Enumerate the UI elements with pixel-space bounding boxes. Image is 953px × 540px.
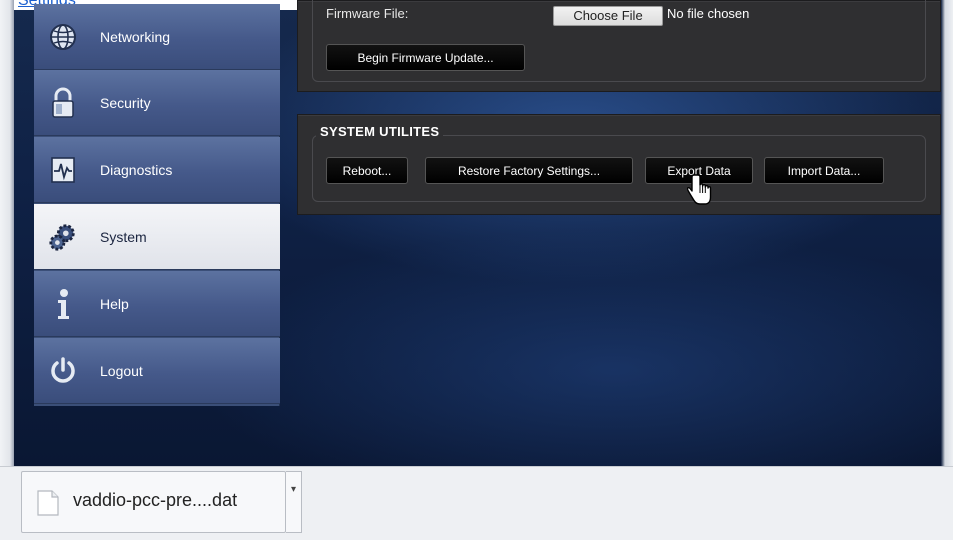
sidebar-item-help[interactable]: Help xyxy=(34,271,280,337)
download-item[interactable]: vaddio-pcc-pre....dat xyxy=(21,471,286,533)
sidebar-item-logout[interactable]: Logout xyxy=(34,338,280,404)
begin-firmware-update-button[interactable]: Begin Firmware Update... xyxy=(326,44,525,71)
gears-icon xyxy=(48,222,78,252)
sidebar-item-networking[interactable]: Networking xyxy=(34,4,280,70)
restore-factory-settings-button[interactable]: Restore Factory Settings... xyxy=(425,157,633,184)
sidebar-item-system[interactable]: System xyxy=(34,204,280,270)
choose-file-button[interactable]: Choose File xyxy=(553,6,663,26)
sidebar-item-label: Logout xyxy=(100,362,143,379)
import-data-button[interactable]: Import Data... xyxy=(764,157,884,184)
power-icon xyxy=(48,356,78,386)
sidebar-item-label: System xyxy=(100,228,147,245)
hand-cursor-icon xyxy=(687,174,712,205)
file-icon xyxy=(37,490,59,516)
diagnostics-icon xyxy=(48,155,78,185)
sidebar-nav: Networking Security Diagnostics System H… xyxy=(34,4,280,406)
download-bar: vaddio-pcc-pre....dat ▾ xyxy=(0,466,953,540)
system-utilities-title: SYSTEM UTILITES xyxy=(316,124,444,139)
reboot-button[interactable]: Reboot... xyxy=(326,157,408,184)
right-gutter xyxy=(941,0,953,466)
left-gutter xyxy=(0,0,14,466)
globe-icon xyxy=(48,22,78,52)
sidebar-item-label: Help xyxy=(100,295,129,312)
no-file-chosen-text: No file chosen xyxy=(667,6,750,21)
sidebar-item-label: Security xyxy=(100,94,151,111)
sidebar-item-label: Diagnostics xyxy=(100,161,173,178)
info-icon xyxy=(48,288,78,319)
caret-down-icon: ▾ xyxy=(290,484,297,495)
firmware-file-label: Firmware File: xyxy=(326,6,409,21)
lock-icon xyxy=(48,87,78,118)
download-filename: vaddio-pcc-pre....dat xyxy=(73,490,238,510)
download-menu-button[interactable]: ▾ xyxy=(286,471,302,533)
sidebar-item-diagnostics[interactable]: Diagnostics xyxy=(34,137,280,203)
sidebar-item-label: Networking xyxy=(100,28,171,45)
sidebar-item-security[interactable]: Security xyxy=(34,70,280,136)
